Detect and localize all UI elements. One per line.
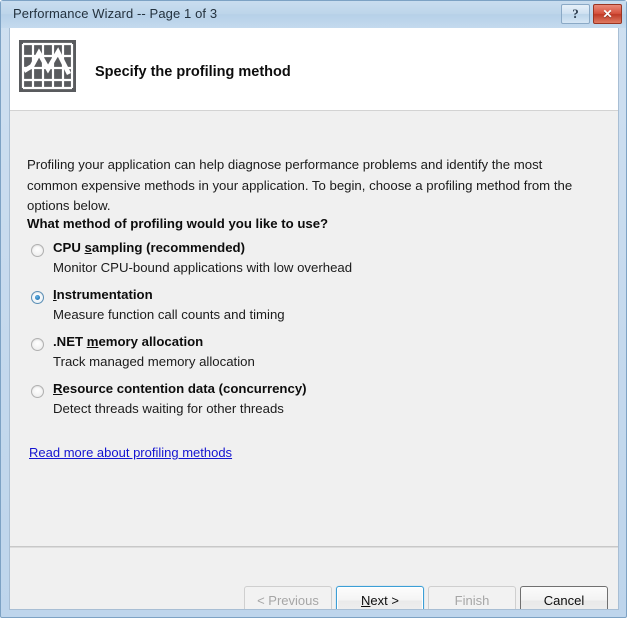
next-button[interactable]: Next > <box>336 586 424 609</box>
option-resource-contention-data[interactable]: Resource contention data (concurrency) D… <box>27 381 597 428</box>
window-controls: ? ✕ <box>561 4 622 24</box>
profiling-method-radio-group: CPU sampling (recommended) Monitor CPU-b… <box>27 240 597 428</box>
option-desc-resource-contention-data: Detect threads waiting for other threads <box>53 401 284 416</box>
wizard-window: Performance Wizard -- Page 1 of 3 ? ✕ Sp… <box>0 0 627 618</box>
option-dotnet-memory-allocation[interactable]: .NET memory allocation Track managed mem… <box>27 334 597 381</box>
option-label-cpu-sampling: CPU sampling (recommended) <box>53 240 246 255</box>
client-area: Specify the profiling method Profiling y… <box>9 28 619 610</box>
read-more-link[interactable]: Read more about profiling methods <box>29 445 232 460</box>
option-label-dotnet-memory-allocation: .NET memory allocation <box>53 334 204 349</box>
title-bar[interactable]: Performance Wizard -- Page 1 of 3 ? ✕ <box>1 1 626 28</box>
window-title: Performance Wizard -- Page 1 of 3 <box>13 6 218 21</box>
option-label-resource-contention-data: Resource contention data (concurrency) <box>53 381 307 396</box>
chart-graph-icon <box>19 40 76 92</box>
help-button[interactable]: ? <box>561 4 590 24</box>
body-content: Profiling your application can help diag… <box>10 112 618 546</box>
option-cpu-sampling[interactable]: CPU sampling (recommended) Monitor CPU-b… <box>27 240 597 287</box>
option-desc-dotnet-memory-allocation: Track managed memory allocation <box>53 354 255 369</box>
option-desc-instrumentation: Measure function call counts and timing <box>53 307 285 322</box>
radio-cpu-sampling[interactable] <box>31 244 44 257</box>
radio-instrumentation[interactable] <box>31 291 44 304</box>
radio-dotnet-memory-allocation[interactable] <box>31 338 44 351</box>
radio-resource-contention-data[interactable] <box>31 385 44 398</box>
button-bar: < Previous Next > Finish Cancel <box>10 548 618 609</box>
page-title: Specify the profiling method <box>95 64 291 80</box>
close-icon[interactable]: ✕ <box>593 4 622 24</box>
header-panel: Specify the profiling method <box>10 28 618 111</box>
intro-paragraph: Profiling your application can help diag… <box>27 157 573 213</box>
option-label-instrumentation: Instrumentation <box>53 287 153 302</box>
finish-button[interactable]: Finish <box>428 586 516 609</box>
option-instrumentation[interactable]: Instrumentation Measure function call co… <box>27 287 597 334</box>
cancel-button[interactable]: Cancel <box>520 586 608 609</box>
option-desc-cpu-sampling: Monitor CPU-bound applications with low … <box>53 260 353 275</box>
question-label: What method of profiling would you like … <box>27 216 329 231</box>
previous-button[interactable]: < Previous <box>244 586 332 609</box>
